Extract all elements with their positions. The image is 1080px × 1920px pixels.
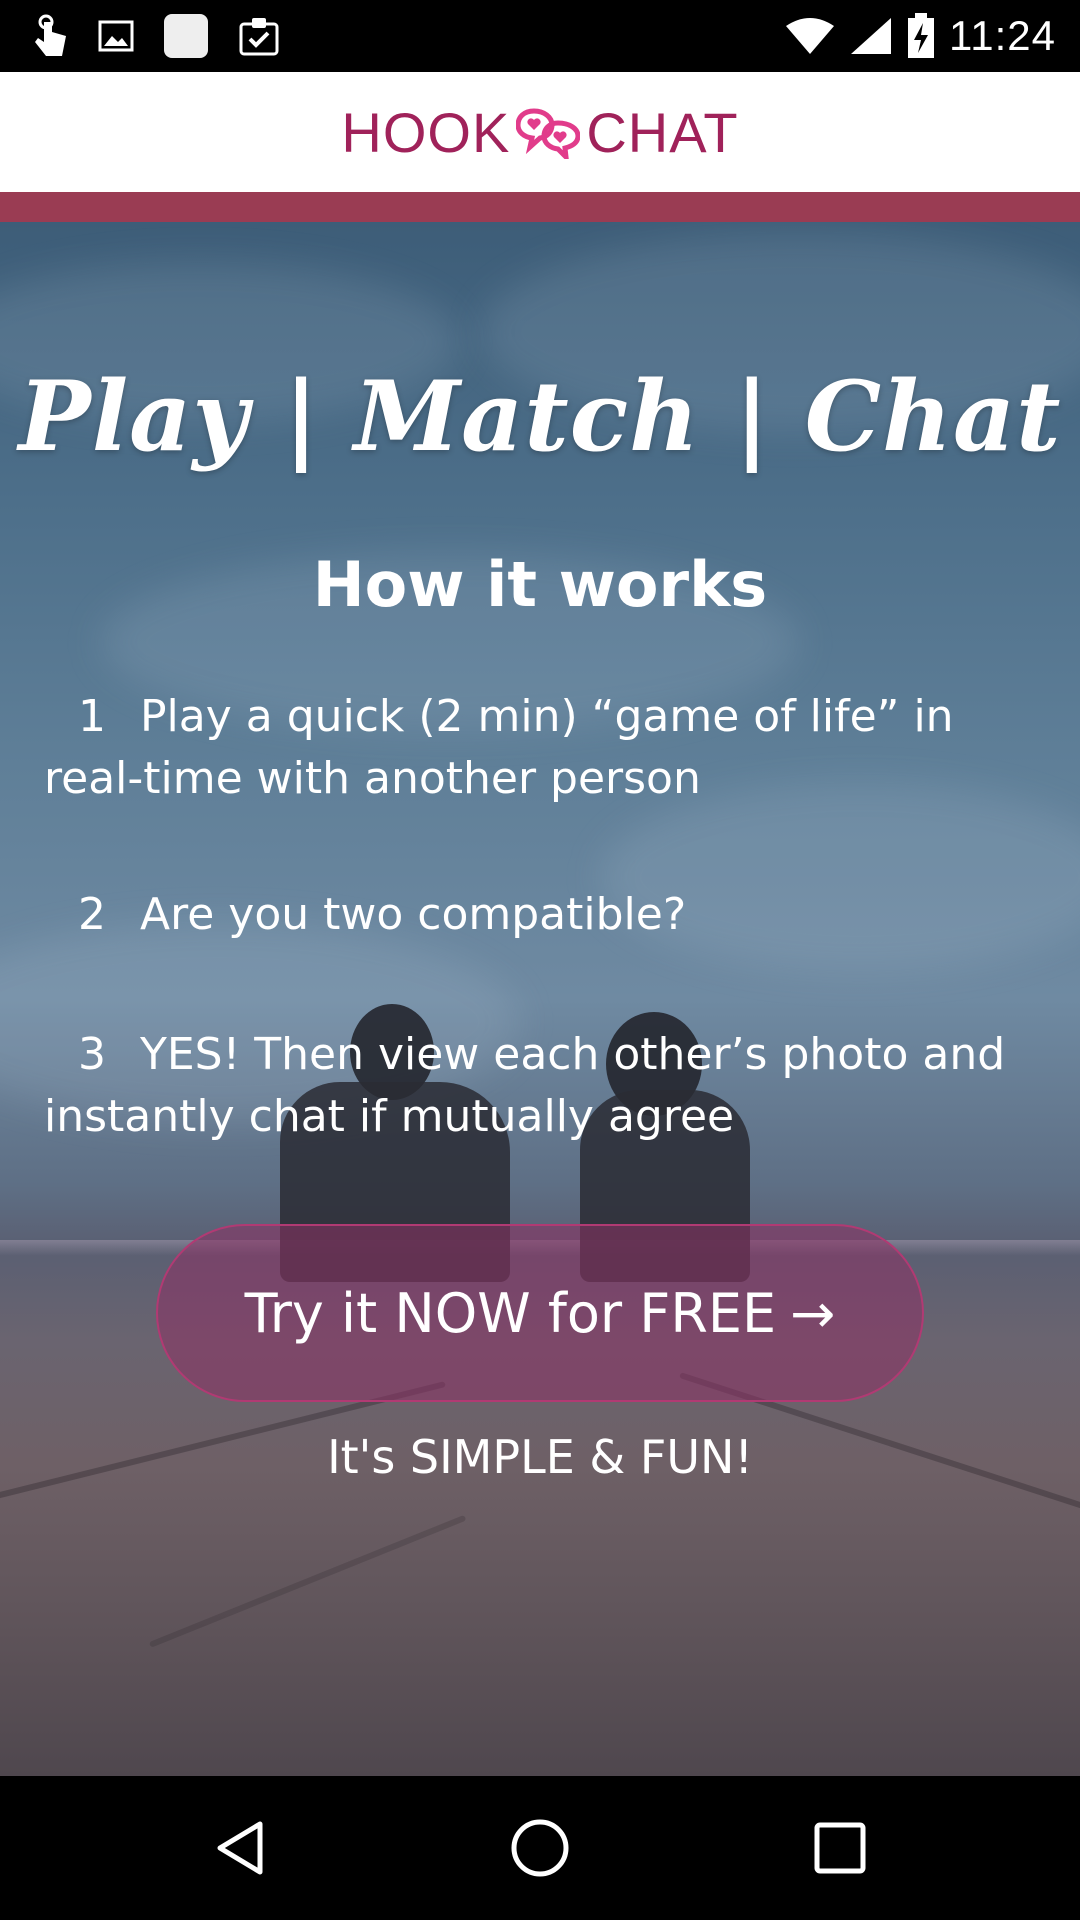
cta-label: Try it NOW for FREE [244, 1281, 777, 1345]
arrow-right-icon: → [790, 1281, 836, 1345]
step-1: 1 Play a quick (2 min) “game of life” in … [44, 686, 1044, 810]
step-text: Are you two compatible? [140, 889, 687, 940]
simple-fun-note: It's SIMPLE & FUN! [327, 1430, 753, 1484]
step-text: YES! Then view each other’s photo and in… [44, 1029, 1006, 1142]
back-icon [217, 1821, 263, 1875]
app-header: HOOK CHAT [0, 72, 1080, 192]
accent-strip [0, 192, 1080, 222]
step-number: 2 [78, 889, 106, 940]
step-text: Play a quick (2 min) “game of life” in r… [44, 691, 954, 804]
touch-icon [35, 14, 66, 56]
recents-button[interactable] [760, 1776, 920, 1920]
back-button[interactable] [160, 1776, 320, 1920]
wifi-icon [786, 18, 834, 54]
home-button[interactable] [460, 1776, 620, 1920]
home-icon [511, 1819, 569, 1877]
recents-icon [814, 1822, 866, 1874]
step-2: 2 Are you two compatible? [44, 884, 1044, 946]
image-icon [98, 20, 134, 52]
brand-logo[interactable]: HOOK CHAT [341, 100, 738, 165]
logo-text-right: CHAT [586, 100, 739, 164]
chat-hearts-icon [516, 108, 581, 159]
step-number: 3 [78, 1029, 106, 1080]
logo-text-left: HOOK [341, 100, 511, 164]
navigation-bar [0, 1776, 1080, 1920]
battery-charging-icon [908, 13, 934, 58]
signal-icon [851, 18, 891, 54]
how-it-works-title: How it works [312, 548, 768, 621]
status-bar: 11:24 [0, 0, 1080, 72]
status-time: 11:24 [949, 12, 1056, 59]
step-number: 1 [78, 691, 106, 742]
blank-app-icon [164, 14, 208, 58]
step-3: 3 YES! Then view each other’s photo and i… [44, 1024, 1044, 1148]
clipboard-check-icon [239, 18, 279, 56]
tagline: Play | Match | Chat [18, 360, 1062, 473]
try-now-button[interactable]: Try it NOW for FREE → [156, 1224, 924, 1402]
